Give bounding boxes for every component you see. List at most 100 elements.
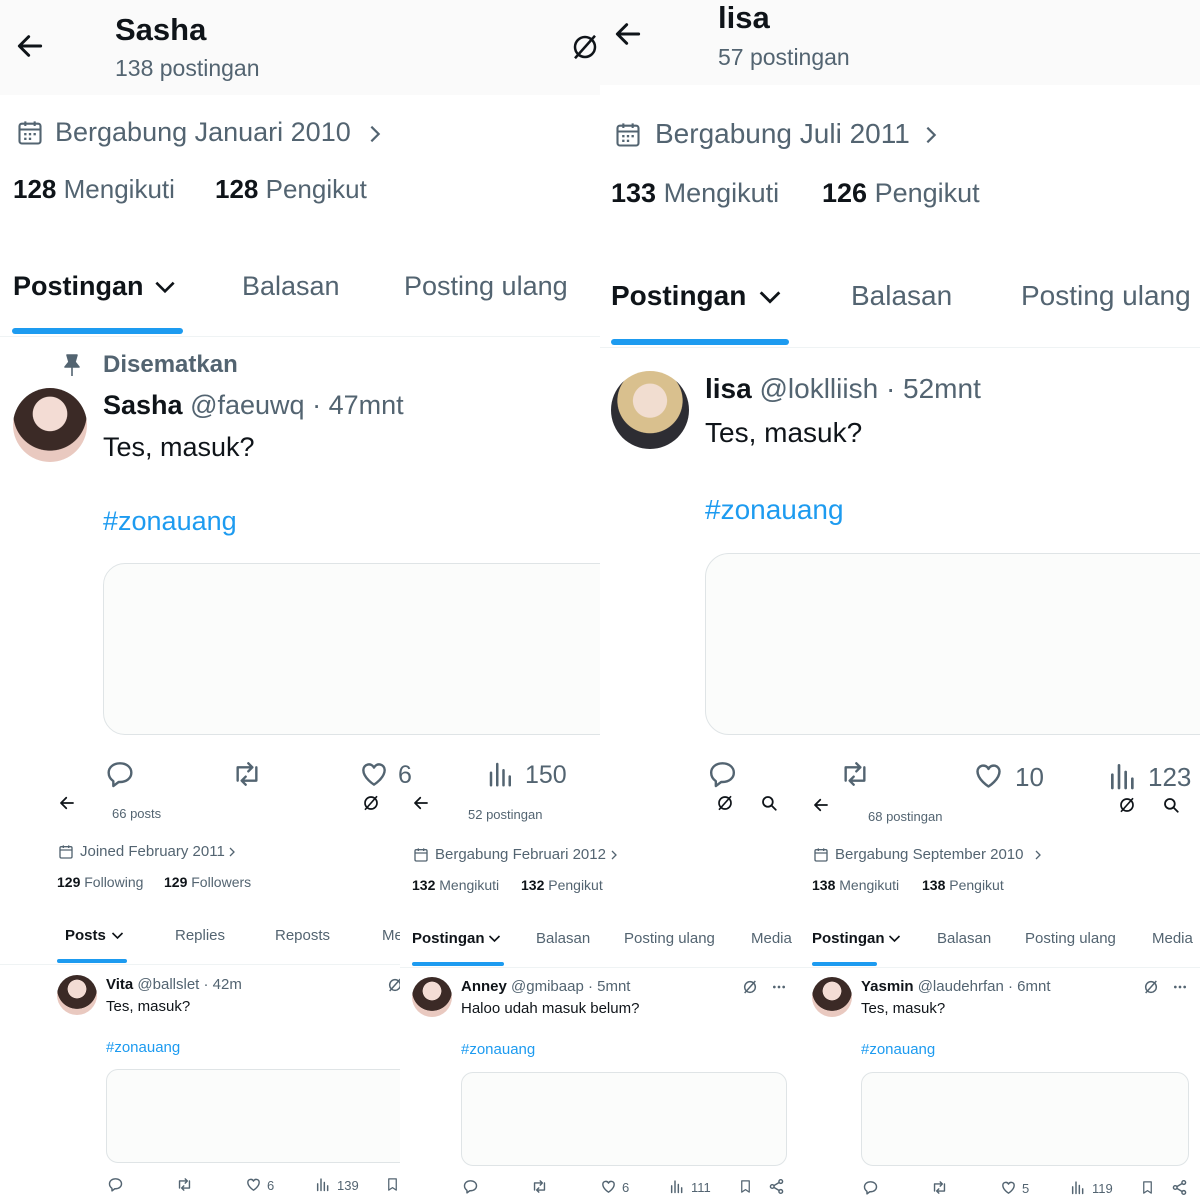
tab-media[interactable]: Media	[751, 930, 792, 947]
chevron-right-icon[interactable]	[1032, 847, 1044, 863]
chevron-right-icon[interactable]	[920, 122, 942, 148]
following-stat[interactable]: 133 Mengikuti	[611, 178, 779, 209]
following-stat[interactable]: 132 Mengikuti	[412, 877, 499, 893]
like-icon[interactable]	[972, 759, 1005, 790]
tab-postingan[interactable]: Postingan	[412, 930, 485, 947]
tweet-media[interactable]	[705, 553, 1200, 735]
tab-balasan[interactable]: Balasan	[536, 930, 590, 947]
share-icon[interactable]	[768, 1178, 785, 1195]
tweet-hashtag[interactable]: #zonauang	[705, 494, 844, 526]
chevron-down-icon[interactable]	[756, 283, 784, 311]
tweet-time[interactable]: · 6mnt	[1008, 978, 1051, 995]
back-arrow-icon[interactable]	[58, 794, 76, 812]
like-icon[interactable]	[245, 1176, 262, 1193]
avatar[interactable]	[13, 388, 87, 462]
tweet-time[interactable]: · 52mnt	[886, 373, 981, 404]
tweet-media[interactable]	[103, 563, 600, 735]
tweet-hashtag[interactable]: #zonauang	[103, 506, 237, 537]
tweet-author-name[interactable]: Yasmin	[861, 978, 914, 995]
grok-icon[interactable]	[742, 979, 758, 995]
tweet-media[interactable]	[861, 1072, 1189, 1166]
views-icon[interactable]	[315, 1176, 331, 1193]
repost-icon[interactable]	[930, 1179, 949, 1196]
grok-icon[interactable]	[387, 977, 400, 993]
tab-posts[interactable]: Posts	[65, 927, 106, 944]
tweet-hashtag[interactable]: #zonauang	[106, 1039, 180, 1056]
search-icon[interactable]	[760, 794, 778, 812]
grok-icon[interactable]	[362, 794, 380, 812]
reply-icon[interactable]	[462, 1178, 479, 1195]
chevron-down-icon[interactable]	[887, 931, 902, 946]
share-icon[interactable]	[1171, 1179, 1188, 1196]
back-arrow-icon[interactable]	[612, 18, 644, 50]
chevron-right-icon[interactable]	[226, 844, 238, 860]
reply-icon[interactable]	[107, 1176, 124, 1193]
tab-media[interactable]: Media	[1152, 930, 1193, 947]
tab-postingan[interactable]: Postingan	[812, 930, 885, 947]
tweet-author-name[interactable]: lisa	[705, 373, 752, 404]
chevron-down-icon[interactable]	[487, 931, 502, 946]
tab-posting-ulang[interactable]: Posting ulang	[404, 271, 568, 302]
tab-balasan[interactable]: Balasan	[851, 280, 952, 312]
repost-icon[interactable]	[530, 1178, 549, 1195]
followers-stat[interactable]: 126 Pengikut	[822, 178, 980, 209]
views-icon[interactable]	[1070, 1179, 1086, 1196]
like-icon[interactable]	[1000, 1179, 1017, 1196]
tweet-author-handle[interactable]: @faeuwq	[190, 390, 304, 420]
bookmark-icon[interactable]	[385, 1176, 400, 1193]
tweet-media[interactable]	[461, 1072, 787, 1166]
bookmark-icon[interactable]	[738, 1178, 753, 1195]
back-arrow-icon[interactable]	[14, 30, 46, 62]
tab-reposts[interactable]: Reposts	[275, 927, 330, 944]
reply-icon[interactable]	[862, 1179, 879, 1196]
grok-icon[interactable]	[570, 30, 600, 64]
tweet-hashtag[interactable]: #zonauang	[861, 1041, 935, 1058]
tweet-author-handle[interactable]: @ballslet	[137, 976, 199, 993]
back-arrow-icon[interactable]	[412, 794, 430, 812]
avatar[interactable]	[412, 977, 452, 1017]
tab-replies[interactable]: Replies	[175, 927, 225, 944]
repost-icon[interactable]	[837, 758, 873, 790]
back-arrow-icon[interactable]	[812, 796, 830, 814]
views-icon[interactable]	[1107, 760, 1139, 790]
tweet-author-handle[interactable]: @gmibaap	[511, 978, 584, 995]
following-stat[interactable]: 128 Mengikuti	[13, 174, 175, 205]
grok-icon[interactable]	[1118, 796, 1136, 814]
avatar[interactable]	[57, 975, 97, 1015]
avatar[interactable]	[611, 371, 689, 449]
tab-posting-ulang[interactable]: Posting ulang	[1025, 930, 1116, 947]
chevron-down-icon[interactable]	[152, 274, 178, 300]
followers-stat[interactable]: 128 Pengikut	[215, 174, 367, 205]
more-icon[interactable]	[1171, 979, 1189, 995]
tweet-author-name[interactable]: Anney	[461, 978, 507, 995]
tweet-hashtag[interactable]: #zonauang	[461, 1041, 535, 1058]
tab-postingan[interactable]: Postingan	[13, 271, 144, 302]
like-icon[interactable]	[600, 1178, 617, 1195]
tab-balasan[interactable]: Balasan	[937, 930, 991, 947]
tweet-author-name[interactable]: Vita	[106, 976, 133, 993]
reply-icon[interactable]	[706, 758, 739, 790]
tweet-author-name[interactable]: Sasha	[103, 390, 183, 420]
grok-icon[interactable]	[1143, 979, 1159, 995]
chevron-right-icon[interactable]	[608, 847, 620, 863]
avatar[interactable]	[812, 977, 852, 1017]
repost-icon[interactable]	[230, 758, 264, 790]
reply-icon[interactable]	[104, 758, 136, 790]
more-icon[interactable]	[770, 979, 788, 995]
followers-stat[interactable]: 132 Pengikut	[521, 877, 603, 893]
tweet-time[interactable]: · 47mnt	[312, 390, 404, 420]
followers-stat[interactable]: 129 Followers	[164, 874, 251, 890]
tab-posting-ulang[interactable]: Posting ulang	[1021, 280, 1191, 312]
chevron-right-icon[interactable]	[364, 121, 386, 147]
tweet-author-handle[interactable]: @laudehrfan	[918, 978, 1004, 995]
tweet-author-handle[interactable]: @loklliish	[759, 373, 878, 404]
following-stat[interactable]: 138 Mengikuti	[812, 877, 899, 893]
views-icon[interactable]	[669, 1178, 685, 1195]
bookmark-icon[interactable]	[1140, 1179, 1155, 1196]
followers-stat[interactable]: 138 Pengikut	[922, 877, 1004, 893]
chevron-down-icon[interactable]	[110, 928, 125, 943]
tab-media[interactable]: Me	[382, 927, 400, 944]
tweet-time[interactable]: · 42m	[204, 976, 242, 993]
tab-posting-ulang[interactable]: Posting ulang	[624, 930, 715, 947]
views-icon[interactable]	[486, 758, 516, 790]
